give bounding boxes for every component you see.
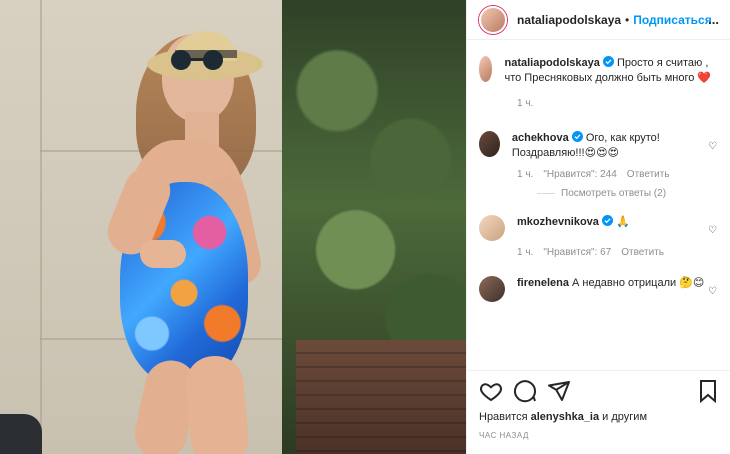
- comment-row: achekhova Ого, как круто! Поздравляю!!!😍…: [479, 131, 719, 161]
- caption-meta: 1 ч.: [517, 98, 719, 109]
- post-header: nataliapodolskaya • Подписаться ...: [467, 0, 730, 40]
- post-sidebar: nataliapodolskaya • Подписаться ... nata…: [466, 0, 730, 454]
- caption-username[interactable]: nataliapodolskaya: [504, 57, 599, 69]
- bookmark-icon[interactable]: [697, 379, 719, 403]
- caption-text: nataliapodolskaya Просто я считаю , что …: [504, 56, 719, 86]
- post-photo[interactable]: [0, 0, 466, 454]
- verified-badge-icon: [601, 215, 613, 226]
- view-replies-button[interactable]: Посмотреть ответы (2): [537, 188, 719, 199]
- sunglasses: [171, 50, 223, 70]
- avatar[interactable]: [479, 56, 493, 82]
- wall-tile-line: [40, 0, 42, 454]
- comment-time: 1 ч.: [517, 169, 534, 180]
- likes-suffix[interactable]: и другим: [602, 411, 647, 423]
- avatar[interactable]: [479, 5, 507, 34]
- comment-like-icon[interactable]: ♡: [708, 225, 717, 236]
- caption-row: nataliapodolskaya Просто я считаю , что …: [479, 56, 719, 86]
- comment-text: achekhova Ого, как круто! Поздравляю!!!😍…: [512, 131, 719, 161]
- avatar[interactable]: [479, 276, 505, 302]
- reply-button[interactable]: Ответить: [621, 247, 664, 258]
- more-options-button[interactable]: ...: [708, 12, 719, 27]
- comment-text: mkozhevnikova 🙏: [517, 215, 630, 230]
- follow-button[interactable]: Подписаться: [633, 13, 711, 27]
- comment-meta: 1 ч. "Нравится": 67 Ответить: [517, 247, 719, 258]
- likes-user[interactable]: alenyshka_ia: [531, 411, 600, 423]
- reply-button[interactable]: Ответить: [627, 169, 670, 180]
- dark-object: [0, 414, 42, 454]
- comment-like-icon[interactable]: ♡: [708, 286, 717, 297]
- comment-username[interactable]: firenelena: [517, 277, 569, 289]
- comment-time: 1 ч.: [517, 247, 534, 258]
- likes-prefix: Нравится: [479, 411, 528, 423]
- comment-likes[interactable]: "Нравится": 244: [543, 169, 616, 180]
- likes-line: Нравится alenyshka_ia и другим: [479, 411, 719, 423]
- header-separator: •: [625, 12, 630, 27]
- action-buttons: [479, 379, 719, 403]
- comment-icon[interactable]: [513, 379, 537, 403]
- comment-username[interactable]: achekhova: [512, 132, 569, 144]
- view-replies-label: Посмотреть ответы (2): [561, 188, 667, 199]
- post-timestamp: ЧАС НАЗАД: [479, 431, 529, 440]
- caption-time: 1 ч.: [517, 98, 534, 109]
- verified-badge-icon: [602, 56, 614, 67]
- verified-badge-icon: [571, 131, 583, 142]
- avatar[interactable]: [479, 131, 500, 157]
- planter-slats: [296, 352, 466, 454]
- comment-body: А недавно отрицали 🤔😊: [572, 277, 705, 289]
- hand: [140, 240, 186, 268]
- straw-hat: [147, 30, 263, 80]
- heart-icon[interactable]: [479, 379, 503, 403]
- post-actions: Нравится alenyshka_ia и другим ЧАС НАЗАД: [467, 370, 730, 454]
- comment-meta: 1 ч. "Нравится": 244 Ответить: [517, 169, 719, 180]
- avatar[interactable]: [479, 215, 505, 241]
- instagram-post: nataliapodolskaya • Подписаться ... nata…: [0, 0, 730, 454]
- comment-like-icon[interactable]: ♡: [708, 141, 717, 152]
- comment-body: 🙏: [616, 216, 630, 228]
- comment-likes[interactable]: "Нравится": 67: [543, 247, 611, 258]
- comment-text: firenelena А недавно отрицали 🤔😊: [517, 276, 704, 291]
- comments-list: nataliapodolskaya Просто я считаю , что …: [467, 56, 730, 356]
- header-username[interactable]: nataliapodolskaya: [517, 13, 621, 27]
- comment-row: mkozhevnikova 🙏 ♡: [479, 215, 719, 241]
- send-icon[interactable]: [547, 379, 571, 403]
- comment-username[interactable]: mkozhevnikova: [517, 216, 599, 228]
- comment-row: firenelena А недавно отрицали 🤔😊 ♡: [479, 276, 719, 302]
